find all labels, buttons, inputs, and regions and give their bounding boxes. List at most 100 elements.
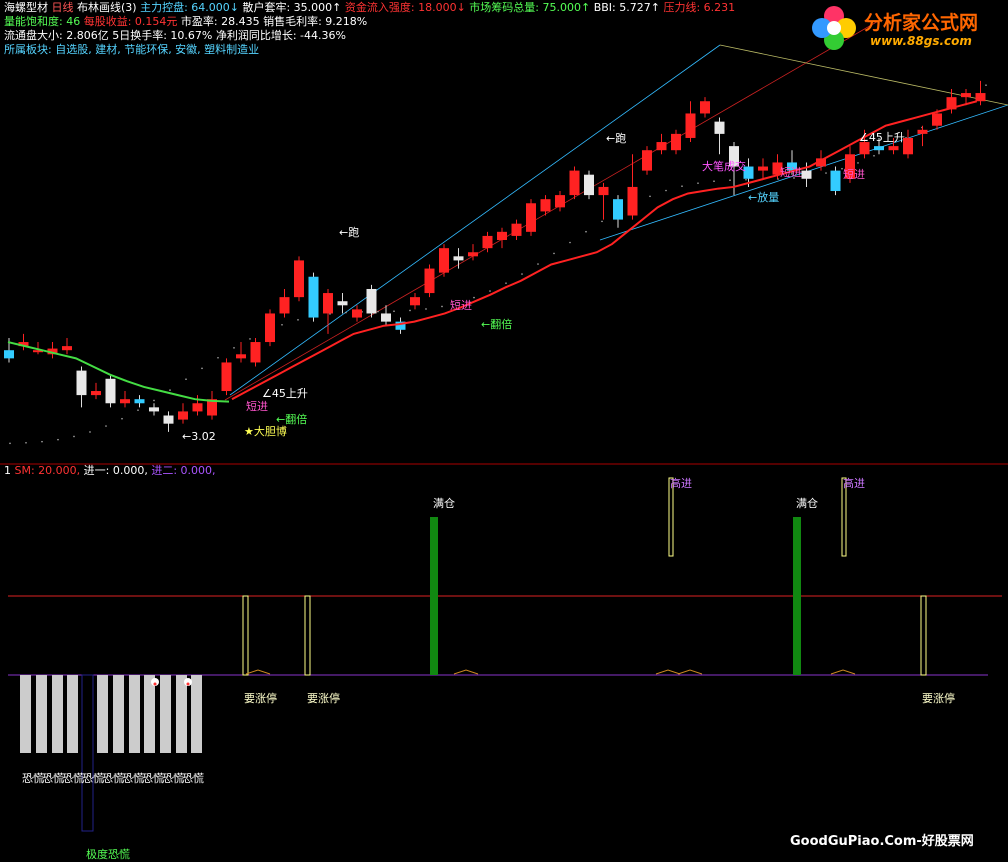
candle-body	[874, 146, 884, 151]
brand-name: 分析家公式网	[864, 12, 979, 34]
candle-body	[975, 93, 986, 102]
candle-body	[410, 297, 420, 306]
candle-body	[178, 411, 188, 420]
limit-up-bar	[304, 595, 311, 676]
header-item-6: 市场筹码总量: 75.000↑	[465, 1, 591, 14]
candle-body	[932, 113, 942, 126]
annot-rise45-2: ∠45上升	[859, 131, 905, 144]
candle-body	[656, 142, 667, 151]
support-dot	[89, 431, 91, 433]
annot-low: ←3.02	[182, 430, 216, 443]
candle-body	[62, 346, 72, 351]
sub-header-item-0: 1	[4, 464, 11, 477]
annot-run-2: ←跑	[606, 132, 627, 145]
sub-header-item-1: SM: 20.000,	[11, 464, 81, 477]
signal-marker	[245, 669, 271, 675]
signal-marker	[830, 669, 856, 675]
candle-body	[482, 235, 493, 249]
header-item-3: 主力控盘: 64.000↓	[136, 1, 239, 14]
support-dot	[217, 356, 219, 359]
support-dot	[153, 399, 155, 402]
flower-icon	[812, 6, 856, 50]
candle-body	[613, 199, 623, 220]
stock-chart[interactable]	[0, 0, 1008, 856]
trend-line-red	[224, 19, 881, 401]
annot-bold: ★大胆博	[244, 425, 287, 438]
candle-body	[352, 309, 362, 318]
annot-short-in-4: 短进	[843, 168, 865, 181]
signal-marker	[677, 669, 703, 675]
support-dot	[985, 84, 987, 86]
ma-green-line	[7, 341, 230, 403]
header-item-2-0: 量能饱和度: 46	[4, 15, 81, 28]
annot-limit-up-3: 要涨停	[922, 692, 955, 705]
candle-body	[758, 166, 768, 171]
header-item-2-3: 销售毛利率: 9.218%	[259, 15, 368, 28]
candle-body	[366, 288, 377, 314]
face-icon-mouth	[153, 682, 157, 686]
support-dot	[425, 308, 427, 310]
support-dot	[201, 367, 203, 370]
limit-up-bar	[242, 595, 249, 676]
header-item-2-1: 每股收益: 0.154元	[80, 15, 178, 28]
support-dot	[505, 282, 507, 284]
support-dot	[281, 324, 283, 326]
candle-body	[830, 170, 841, 192]
candle-body	[569, 170, 580, 196]
candle-body	[584, 174, 594, 196]
candle-body	[511, 223, 522, 236]
candle-body	[961, 93, 971, 98]
candle-body	[381, 313, 391, 322]
sub-header-item-3: 进二: 0.000,	[147, 464, 216, 477]
candle-body	[279, 297, 290, 314]
candle-body	[497, 231, 507, 240]
header-item-7: BBI: 5.727↑	[590, 1, 660, 14]
candle-body	[236, 354, 246, 359]
header-item-5: 资金流入强度: 18.000↓	[341, 1, 466, 14]
candle-body	[888, 146, 899, 151]
support-dot	[569, 241, 571, 244]
support-dot	[233, 347, 235, 349]
panic-bar	[20, 675, 31, 753]
candle-body	[76, 370, 87, 396]
support-dot	[697, 182, 699, 184]
panic-bar	[129, 675, 140, 753]
support-dot	[713, 180, 715, 183]
header-item-8: 压力线: 6.231	[659, 1, 736, 14]
panic-bar	[67, 675, 78, 753]
panic-bar	[176, 675, 187, 753]
support-dot	[297, 319, 299, 321]
signal-marker	[453, 669, 479, 675]
annot-full-pos-1: 满仓	[433, 497, 455, 510]
panic-bar	[52, 675, 63, 753]
support-dot	[377, 310, 379, 313]
support-dot	[249, 338, 251, 340]
support-dot	[553, 252, 555, 255]
header-item-4: 散户套牢: 35.000↑	[238, 1, 342, 14]
support-dot	[537, 263, 539, 265]
panic-bar	[191, 675, 202, 753]
support-dot	[409, 309, 411, 312]
candle-body	[4, 350, 14, 359]
panic-label: 恐慌	[82, 772, 104, 785]
annot-hi-in-2: 高进	[843, 477, 865, 490]
candle-body	[468, 252, 478, 257]
candle-body	[424, 268, 435, 294]
support-dot	[857, 162, 859, 164]
support-dot	[9, 442, 11, 445]
support-dot	[585, 230, 587, 233]
annot-limit-up-1: 要涨停	[244, 692, 277, 705]
sub-header-item-2: 进一: 0.000,	[80, 464, 148, 477]
limit-up-bar	[920, 595, 927, 676]
panic-bar	[36, 675, 47, 753]
panic-label: 恐慌	[62, 772, 84, 785]
support-dot	[25, 441, 27, 444]
candle-body	[265, 313, 275, 343]
candle-body	[671, 133, 681, 151]
candle-body	[163, 415, 174, 424]
panic-label: 恐慌	[142, 772, 164, 785]
panic-bar	[113, 675, 124, 753]
support-dot	[681, 185, 683, 187]
support-dot	[649, 195, 651, 198]
support-dot	[169, 389, 171, 391]
